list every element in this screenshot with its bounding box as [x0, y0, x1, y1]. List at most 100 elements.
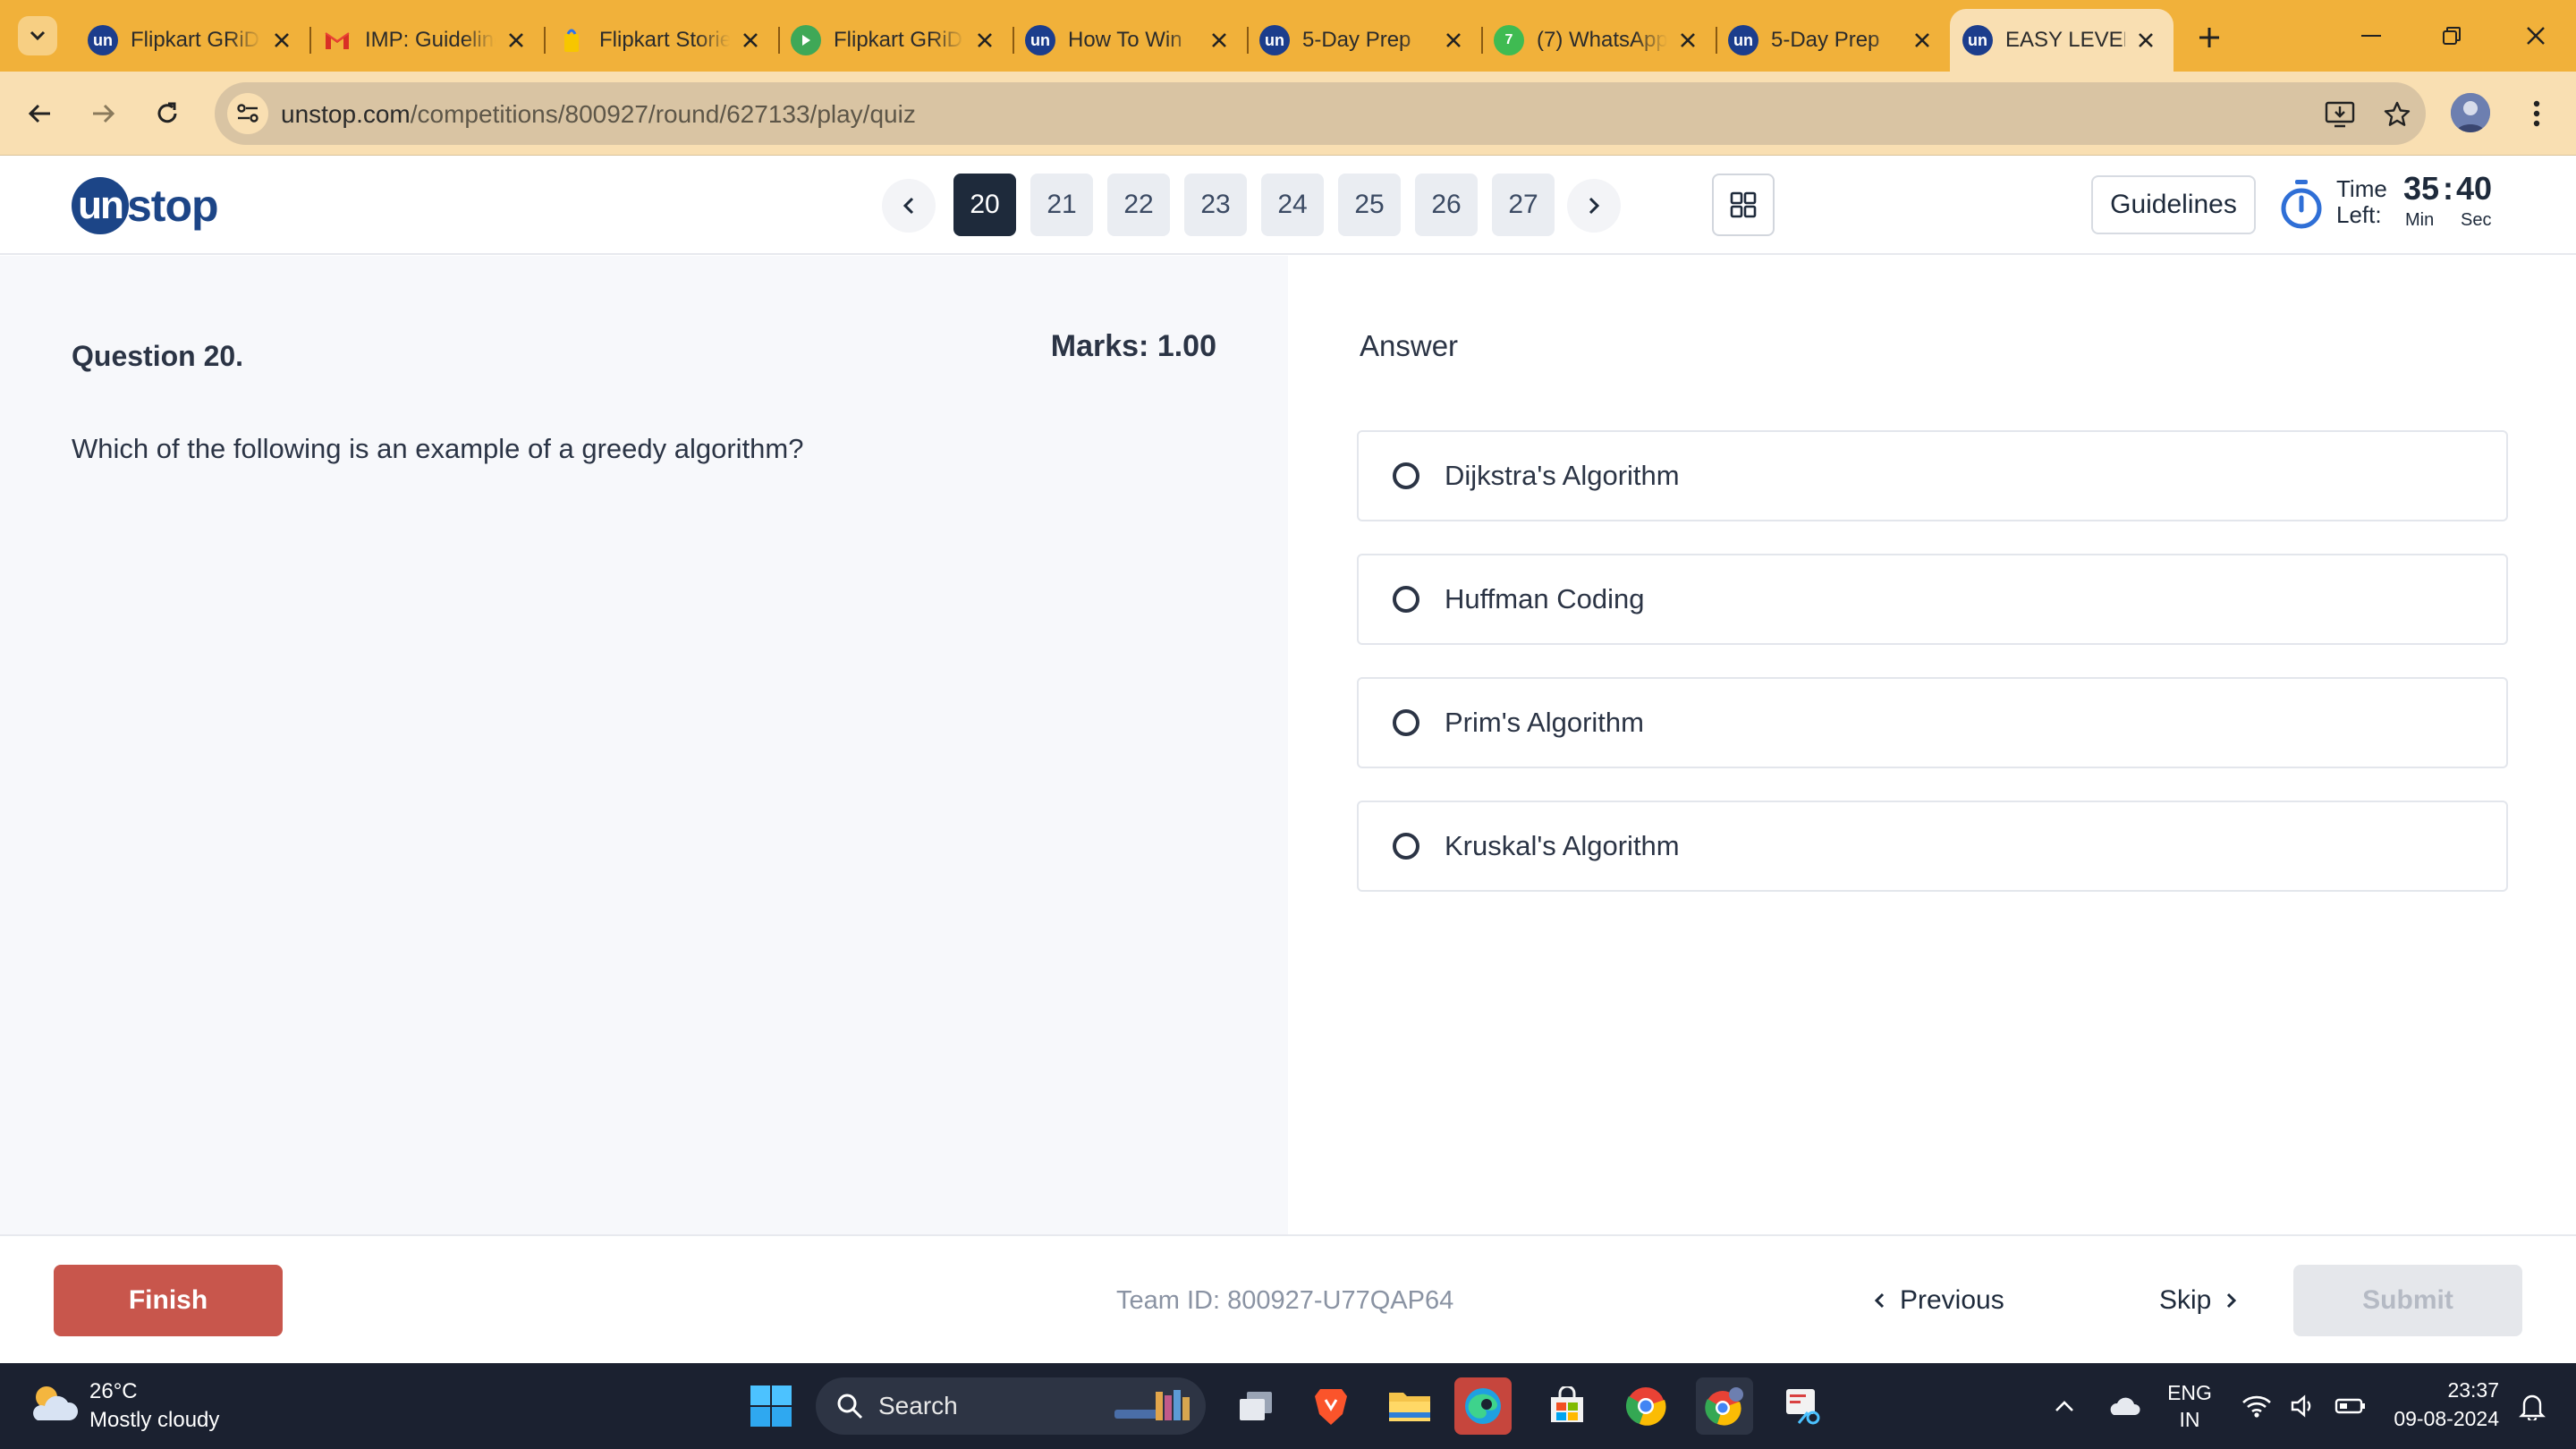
question-number[interactable]: 26	[1415, 174, 1478, 236]
brave-taskbar-button[interactable]	[1302, 1377, 1360, 1435]
task-view-button[interactable]	[1227, 1377, 1284, 1435]
close-tab-icon[interactable]	[503, 27, 530, 54]
close-tab-icon[interactable]	[971, 27, 998, 54]
microsoft-store-button[interactable]	[1538, 1377, 1596, 1435]
notifications-button[interactable]	[2510, 1377, 2555, 1435]
forward-button[interactable]	[80, 91, 125, 136]
address-bar[interactable]: unstop.com/competitions/800927/round/627…	[215, 82, 2426, 145]
answer-option[interactable]: Prim's Algorithm	[1357, 677, 2508, 768]
close-window-button[interactable]	[2496, 13, 2576, 59]
quiz-header: un stop 20 21 22 23 24 25 26 27 Guidelines Time…	[0, 157, 2576, 255]
reload-button[interactable]	[145, 91, 190, 136]
skip-label: Skip	[2159, 1285, 2212, 1315]
install-app-button[interactable]	[2322, 97, 2358, 132]
radio-button[interactable]	[1393, 586, 1419, 613]
chevron-up-icon	[2055, 1401, 2073, 1411]
close-tab-icon[interactable]	[1674, 27, 1701, 54]
bookmark-button[interactable]	[2379, 97, 2415, 132]
timer-colon: :	[2443, 170, 2453, 207]
question-number[interactable]: 21	[1030, 174, 1093, 236]
close-tab-icon[interactable]	[1206, 27, 1233, 54]
close-tab-icon[interactable]	[1440, 27, 1467, 54]
close-tab-icon[interactable]	[2132, 27, 2159, 54]
answer-option[interactable]: Dijkstra's Algorithm	[1357, 430, 2508, 521]
question-number[interactable]: 24	[1261, 174, 1324, 236]
time-left-label: Time Left:	[2336, 176, 2387, 228]
onedrive-button[interactable]	[2097, 1377, 2150, 1435]
tab-search-button[interactable]	[18, 16, 57, 55]
close-tab-icon[interactable]	[1909, 27, 1936, 54]
answer-option[interactable]: Huffman Coding	[1357, 554, 2508, 645]
tab-title: (7) WhatsApp	[1537, 28, 1667, 52]
new-tab-button[interactable]	[2191, 20, 2227, 55]
tab-title: Flipkart Stories	[599, 28, 730, 52]
close-tab-icon[interactable]	[737, 27, 764, 54]
restore-button[interactable]	[2411, 13, 2492, 59]
browser-toolbar: unstop.com/competitions/800927/round/627…	[0, 72, 2576, 156]
question-number-list: 20 21 22 23 24 25 26 27	[953, 174, 1569, 236]
edge-taskbar-button[interactable]	[1454, 1377, 1512, 1435]
tune-icon	[237, 104, 258, 123]
question-grid-button[interactable]	[1712, 174, 1775, 236]
taskbar-search[interactable]: Search	[816, 1377, 1206, 1435]
browser-tab[interactable]: un How To Win	[1013, 9, 1247, 72]
unstop-favicon-icon: un	[1728, 25, 1758, 55]
question-number[interactable]: 22	[1107, 174, 1170, 236]
start-button[interactable]	[742, 1377, 800, 1435]
question-number[interactable]: 23	[1184, 174, 1247, 236]
language-indicator[interactable]: ENG IN	[2161, 1379, 2218, 1433]
browser-tab[interactable]: 7 (7) WhatsApp	[1481, 9, 1716, 72]
radio-button[interactable]	[1393, 462, 1419, 489]
back-button[interactable]	[18, 91, 63, 136]
task-view-icon	[1240, 1392, 1272, 1420]
chrome-taskbar-button[interactable]	[1617, 1377, 1674, 1435]
timer-seconds: 40	[2456, 170, 2493, 207]
brave-icon	[1315, 1389, 1347, 1425]
system-clock[interactable]: 23:37 09-08-2024	[2394, 1376, 2499, 1433]
skip-button[interactable]: Skip	[2159, 1279, 2238, 1322]
show-hidden-icons-button[interactable]	[2038, 1377, 2091, 1435]
partly-cloudy-icon	[33, 1386, 79, 1420]
radio-button[interactable]	[1393, 709, 1419, 736]
unstop-logo[interactable]: un stop	[72, 174, 219, 237]
clock-date: 09-08-2024	[2394, 1407, 2499, 1430]
guidelines-button[interactable]: Guidelines	[2091, 175, 2256, 234]
tab-title: 5-Day Prep	[1771, 28, 1880, 52]
browser-tab[interactable]: Flipkart GRiD	[778, 9, 1013, 72]
unstop-favicon-icon: un	[1025, 25, 1055, 55]
edge-icon	[1465, 1388, 1501, 1424]
site-info-button[interactable]	[227, 93, 268, 134]
snipping-tool-button[interactable]	[1775, 1377, 1832, 1435]
folder-icon	[1389, 1393, 1430, 1421]
browser-tab[interactable]: un 5-Day Prep	[1247, 9, 1481, 72]
question-number-current[interactable]: 20	[953, 174, 1016, 236]
browser-tab[interactable]: un Flipkart GRiD	[75, 9, 309, 72]
question-nav-next[interactable]	[1567, 179, 1621, 233]
quick-settings-button[interactable]	[2233, 1377, 2376, 1435]
submit-button[interactable]: Submit	[2293, 1265, 2522, 1336]
more-vertical-icon	[2533, 100, 2540, 127]
question-nav-prev[interactable]	[882, 179, 936, 233]
question-number[interactable]: 25	[1338, 174, 1401, 236]
answer-option[interactable]: Kruskal's Algorithm	[1357, 801, 2508, 892]
close-tab-icon[interactable]	[268, 27, 295, 54]
browser-tab[interactable]: un 5-Day Prep	[1716, 9, 1950, 72]
chrome-profile-taskbar-button[interactable]	[1696, 1377, 1753, 1435]
minutes-unit-label: Min	[2405, 210, 2435, 230]
minimize-button[interactable]	[2331, 13, 2411, 59]
browser-tab-active[interactable]: un EASY LEVEL	[1950, 9, 2174, 72]
radio-button[interactable]	[1393, 833, 1419, 860]
finish-button[interactable]: Finish	[54, 1265, 283, 1336]
profile-avatar[interactable]	[2451, 93, 2490, 132]
tab-title: IMP: Guidelines	[365, 28, 496, 52]
previous-label: Previous	[1900, 1285, 2004, 1315]
browser-menu-button[interactable]	[2519, 93, 2555, 134]
browser-tab[interactable]: IMP: Guidelines	[309, 9, 544, 72]
previous-button[interactable]: Previous	[1873, 1279, 2004, 1322]
question-number[interactable]: 27	[1492, 174, 1555, 236]
file-explorer-button[interactable]	[1381, 1377, 1438, 1435]
question-text: Which of the following is an example of …	[72, 433, 804, 464]
store-icon	[1551, 1386, 1583, 1422]
browser-tab[interactable]: Flipkart Stories	[544, 9, 778, 72]
volume-icon	[2291, 1394, 2311, 1418]
